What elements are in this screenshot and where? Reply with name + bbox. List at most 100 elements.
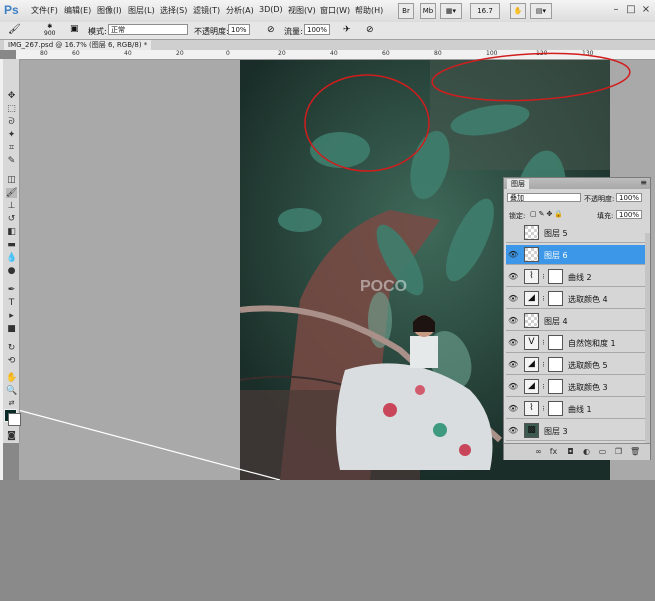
visibility-eye-icon[interactable]: 👁	[508, 272, 518, 281]
mask-link-icon[interactable]: ⁝	[541, 405, 546, 413]
mask-link-icon[interactable]: ⁝	[541, 361, 546, 369]
layer-row[interactable]: 👁 ◢ ⁝ 选取颜色 4	[506, 289, 646, 309]
pen-tool-icon[interactable]: ✒	[6, 285, 17, 295]
layer-mask-thumbnail[interactable]	[548, 401, 563, 416]
layer-thumbnail[interactable]: ◢	[524, 357, 539, 372]
layer-row[interactable]: 👁 ◢ ⁝ 选取颜色 3	[506, 377, 646, 397]
layer-row[interactable]: 👁 ⌇ ⁝ 曲线 1	[506, 399, 646, 419]
fill-label: 填充:	[597, 212, 614, 220]
layer-thumbnail[interactable]: ⌇	[524, 401, 539, 416]
layer-mask-thumbnail[interactable]	[548, 379, 563, 394]
mask-link-icon[interactable]: ⁝	[541, 273, 546, 281]
mask-link-icon[interactable]: ⁝	[541, 383, 546, 391]
layer-name: 图层 6	[544, 251, 568, 260]
new-layer-icon[interactable]: ❐	[614, 447, 623, 456]
gradient-tool-icon[interactable]: ▬	[6, 240, 17, 250]
dodge-tool-icon[interactable]: ●	[6, 266, 17, 276]
zoom-tool-icon[interactable]: 🔍	[6, 386, 17, 396]
layer-row[interactable]: 👁 ◢ ⁝ 选取颜色 5	[506, 355, 646, 375]
blur-tool-icon[interactable]: 💧	[6, 253, 17, 263]
path-select-tool-icon[interactable]: ▸	[6, 311, 17, 321]
layer-thumbnail[interactable]: ▩	[524, 423, 539, 438]
type-tool-icon[interactable]: T	[6, 298, 17, 308]
layer-mask-thumbnail[interactable]	[548, 357, 563, 372]
blend-mode-select[interactable]: 叠加	[507, 193, 581, 202]
brush-tool-icon[interactable]: 🖌	[6, 188, 17, 198]
layer-name: 曲线 2	[568, 273, 592, 282]
visibility-eye-icon[interactable]: 👁	[508, 404, 518, 413]
layer-name: 图层 3	[544, 427, 568, 436]
layer-thumbnail[interactable]	[524, 247, 539, 262]
3d-rotate-tool-icon[interactable]: ↻	[6, 343, 17, 353]
visibility-eye-icon[interactable]: 👁	[508, 294, 518, 303]
layer-mask-thumbnail[interactable]	[548, 291, 563, 306]
visibility-eye-icon[interactable]: 👁	[508, 316, 518, 325]
layer-row[interactable]: 👁 V ⁝ 自然饱和度 1	[506, 333, 646, 353]
tools-panel: ✥ ⬚ ᘐ ✦ ⌗ ✎ ◫ 🖌 ⊥ ↺ ◧ ▬ 💧 ● ✒ T ▸ ■ ↻ ⟲ …	[3, 59, 20, 443]
adjustment-layer-icon[interactable]: ◐	[582, 447, 591, 456]
visibility-eye-icon[interactable]: 👁	[508, 360, 518, 369]
layers-scrollbar[interactable]	[645, 233, 650, 443]
layer-name: 图层 4	[544, 317, 568, 326]
link-layers-icon[interactable]: ∞	[534, 447, 543, 456]
layers-panel-header: 图层 ≡	[504, 178, 650, 189]
layer-row[interactable]: 图层 5	[506, 223, 646, 243]
layer-name: 选取颜色 5	[568, 361, 608, 370]
layer-thumbnail[interactable]: V	[524, 335, 539, 350]
shape-tool-icon[interactable]: ■	[6, 324, 17, 334]
panel-menu-icon[interactable]: ≡	[640, 178, 647, 187]
layer-opacity-field[interactable]: 100%	[616, 193, 642, 202]
layers-tab[interactable]: 图层	[507, 179, 529, 189]
visibility-eye-icon[interactable]: 👁	[508, 338, 518, 347]
history-brush-tool-icon[interactable]: ↺	[6, 214, 17, 224]
layer-list: 图层 5 👁 图层 6 👁 ⌇ ⁝ 曲线 2 👁 ◢ ⁝ 选取颜色 4 👁 图层 4 👁 V ⁝ 自然饱和度 1…	[504, 223, 650, 443]
layer-opacity-label: 不透明度:	[584, 195, 615, 203]
delete-layer-icon[interactable]: 🗑	[630, 447, 640, 456]
layer-thumbnail[interactable]	[524, 313, 539, 328]
layer-thumbnail[interactable]	[524, 225, 539, 240]
layer-name: 选取颜色 3	[568, 383, 608, 392]
layer-row[interactable]: 👁 ⌇ ⁝ 曲线 2	[506, 267, 646, 287]
layer-row[interactable]: 👁 ▩ 图层 3	[506, 421, 646, 441]
layer-row[interactable]: 👁 图层 4	[506, 311, 646, 331]
visibility-eye-icon[interactable]	[508, 228, 517, 237]
layer-thumbnail[interactable]: ◢	[524, 379, 539, 394]
visibility-eye-icon[interactable]: 👁	[508, 250, 518, 259]
layer-thumbnail[interactable]: ⌇	[524, 269, 539, 284]
layer-mask-thumbnail[interactable]	[548, 335, 563, 350]
quick-select-tool-icon[interactable]: ✦	[6, 130, 17, 140]
mask-link-icon[interactable]: ⁝	[541, 339, 546, 347]
layer-thumbnail[interactable]: ◢	[524, 291, 539, 306]
healing-tool-icon[interactable]: ◫	[6, 175, 17, 185]
eyedropper-tool-icon[interactable]: ✎	[6, 156, 17, 166]
hand-tool-icon[interactable]: ✋	[6, 373, 17, 383]
new-group-icon[interactable]: ▭	[598, 447, 607, 456]
mask-link-icon[interactable]: ⁝	[541, 295, 546, 303]
visibility-eye-icon[interactable]: 👁	[508, 382, 518, 391]
lock-label: 锁定:	[509, 212, 526, 220]
layer-row[interactable]: 👁 图层 6	[506, 245, 646, 265]
swap-colors-icon[interactable]: ⇄	[6, 398, 17, 408]
layers-panel-footer: ∞ fx ◘ ◐ ▭ ❐ 🗑	[504, 443, 650, 460]
lock-icons[interactable]: ▢✎✥🔒	[530, 210, 565, 218]
clone-stamp-tool-icon[interactable]: ⊥	[6, 201, 17, 211]
move-tool-icon[interactable]: ✥	[6, 91, 17, 101]
layer-name: 图层 5	[544, 229, 568, 238]
eraser-tool-icon[interactable]: ◧	[6, 227, 17, 237]
workspace-background	[0, 480, 655, 601]
visibility-eye-icon[interactable]: 👁	[508, 426, 518, 435]
3d-orbit-tool-icon[interactable]: ⟲	[6, 356, 17, 366]
pointer-line	[17, 409, 281, 481]
annotation-circle-left	[304, 74, 430, 172]
layer-name: 自然饱和度 1	[568, 339, 616, 348]
add-mask-icon[interactable]: ◘	[566, 447, 575, 456]
annotation-circle-right	[431, 52, 631, 102]
layer-style-icon[interactable]: fx	[549, 447, 558, 456]
background-color-swatch[interactable]	[8, 413, 21, 426]
lasso-tool-icon[interactable]: ᘐ	[6, 117, 17, 127]
fill-field[interactable]: 100%	[616, 210, 642, 219]
marquee-tool-icon[interactable]: ⬚	[6, 104, 17, 114]
layer-mask-thumbnail[interactable]	[548, 269, 563, 284]
quick-mask-icon[interactable]: ◙	[6, 431, 17, 441]
crop-tool-icon[interactable]: ⌗	[6, 143, 17, 153]
